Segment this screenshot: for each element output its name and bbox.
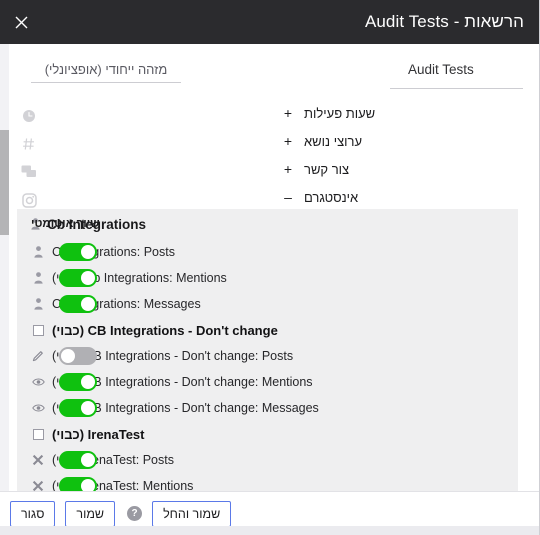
- permission-row: Cb Integrations: Posts: [17, 239, 518, 265]
- person-icon: [31, 272, 45, 284]
- accordion-label: אינסטגרם: [304, 189, 359, 205]
- auto-assign-toggle-cell: [57, 477, 97, 491]
- accordion-expand-toggle-icon[interactable]: +: [278, 105, 298, 121]
- x-icon: [31, 480, 45, 491]
- eye-icon: [31, 403, 45, 413]
- save-button[interactable]: שמור: [65, 500, 116, 527]
- auto-assign-toggle-cell: [57, 373, 97, 391]
- clock-icon: [23, 110, 35, 122]
- tab-audit-tests[interactable]: Audit Tests: [390, 62, 539, 77]
- close-icon: [15, 16, 27, 28]
- group-title-cb-integrations: Cb Integrations: [47, 216, 147, 232]
- auto-assign-toggle-cell: [57, 399, 97, 417]
- group-header-dont-change: (כבוי) CB Integrations - Don't change: [17, 317, 518, 343]
- auto-assign-toggle-cell: [57, 451, 97, 469]
- permission-row: (כבוי) IrenaTest: Mentions: [17, 473, 518, 491]
- eye-icon: [31, 377, 45, 387]
- vertical-scrollbar-thumb[interactable]: [0, 130, 9, 235]
- accordion-expand-toggle-icon[interactable]: +: [278, 133, 298, 149]
- group-title-dont-change: (כבוי) CB Integrations - Don't change: [52, 322, 278, 338]
- permission-row: (כבוי) CB Integrations - Don't change: M…: [17, 369, 518, 395]
- permission-label: (כבוי) CB Integrations - Don't change: M…: [52, 401, 319, 415]
- close-button[interactable]: [0, 0, 42, 44]
- person-icon: [31, 298, 45, 310]
- auto-assign-toggle[interactable]: [59, 269, 97, 287]
- auto-assign-toggle-cell: [57, 295, 97, 313]
- unique-id-input[interactable]: [31, 62, 181, 83]
- dialog-titlebar: הרשאות - Audit Tests: [0, 0, 539, 44]
- settings-accordion: שעות פעילות + ערוצי נושא + צור קשר + אינ…: [260, 99, 539, 211]
- auto-assign-toggle[interactable]: [59, 451, 97, 469]
- accordion-collapse-toggle-icon[interactable]: –: [278, 189, 298, 205]
- close-button-footer[interactable]: סגור: [10, 500, 56, 527]
- permission-label: (כבוי) Cb Integrations: Mentions: [52, 271, 227, 285]
- accordion-label: ערוצי נושא: [304, 133, 363, 149]
- permissions-dialog: הרשאות - Audit Tests Audit Tests מזהה יי…: [0, 0, 540, 535]
- permission-label: (כבוי) IrenaTest: Posts: [52, 453, 174, 467]
- permission-label: (כבוי) CB Integrations - Don't change: M…: [52, 375, 313, 389]
- accordion-item-business-hours[interactable]: שעות פעילות +: [260, 99, 539, 127]
- permission-row: (כבוי) CB Integrations - Don't change: M…: [17, 395, 518, 421]
- auto-assign-toggle[interactable]: [59, 295, 97, 313]
- auto-assign-toggle[interactable]: [59, 399, 97, 417]
- auto-assign-toggle-cell: [57, 347, 97, 365]
- permission-row: Cb Integrations: Messages: [17, 291, 518, 317]
- toggle-knob: [61, 349, 75, 363]
- auto-assign-toggle-cell: [57, 243, 97, 261]
- auto-assign-toggle[interactable]: [59, 347, 97, 365]
- instagram-icon: [21, 192, 37, 208]
- permission-row: (כבוי) IrenaTest: Posts: [17, 447, 518, 473]
- group-header-irenatest: (כבוי) IrenaTest: [17, 421, 518, 447]
- auto-assign-toggle[interactable]: [59, 477, 97, 491]
- auto-assign-label: שיוך אוטומטי: [31, 218, 100, 230]
- dialog-title: הרשאות - Audit Tests: [364, 12, 524, 31]
- person-icon: [31, 246, 45, 258]
- permission-label: Cb Integrations: Messages: [52, 297, 201, 311]
- window-bottom-strip: [0, 526, 539, 535]
- auto-assign-toggle[interactable]: [59, 243, 97, 261]
- permission-label: (כבוי) IrenaTest: Mentions: [52, 479, 194, 491]
- toggle-knob: [81, 401, 95, 415]
- permission-label: Cb Integrations: Posts: [52, 245, 175, 259]
- permission-label: (כבוי) CB Integrations - Don't change: P…: [52, 349, 294, 363]
- vertical-scrollbar[interactable]: [0, 44, 9, 491]
- auto-assign-toggle-cell: [57, 269, 97, 287]
- toggle-knob: [81, 297, 95, 311]
- accordion-label: צור קשר: [304, 161, 350, 177]
- dialog-body: Audit Tests מזהה ייחודי (אופציונלי) שעות…: [0, 44, 539, 491]
- help-icon[interactable]: ?: [127, 506, 143, 521]
- auto-assign-toggle[interactable]: [59, 373, 97, 391]
- x-icon: [31, 454, 45, 466]
- sidebar-icon-column: [9, 102, 49, 214]
- permissions-panel: שיוך אוטומטי Cb Integrations Cb Integrat…: [17, 209, 518, 491]
- accordion-item-instagram[interactable]: אינסטגרם –: [260, 183, 539, 211]
- panel-header: שיוך אוטומטי Cb Integrations: [17, 209, 518, 239]
- sidebar-item-chat[interactable]: [9, 158, 49, 186]
- toggle-knob: [81, 245, 95, 259]
- accordion-label: שעות פעילות: [304, 105, 376, 121]
- toggle-knob: [81, 375, 95, 389]
- accordion-item-contact[interactable]: צור קשר +: [260, 155, 539, 183]
- checkbox-unchecked-icon[interactable]: [31, 428, 45, 440]
- accordion-item-topic-channels[interactable]: ערוצי נושא +: [260, 127, 539, 155]
- tab-underline: [390, 88, 523, 89]
- save-and-apply-button[interactable]: שמור והחל: [152, 500, 232, 527]
- pencil-icon: [31, 350, 45, 362]
- sidebar-item-clock[interactable]: [9, 102, 49, 130]
- group-title-irenatest: (כבוי) IrenaTest: [52, 426, 145, 442]
- toggle-knob: [81, 453, 95, 467]
- toolbar: Audit Tests: [9, 56, 539, 100]
- toggle-knob: [81, 271, 95, 285]
- sidebar-item-hash[interactable]: [9, 130, 49, 158]
- chat-icon: [21, 165, 36, 177]
- toggle-knob: [81, 479, 95, 491]
- checkbox-unchecked-icon[interactable]: [31, 324, 45, 336]
- permission-row: (כבוי) CB Integrations - Don't change: P…: [17, 343, 518, 369]
- permission-row: (כבוי) Cb Integrations: Mentions: [17, 265, 518, 291]
- hash-icon: [23, 138, 34, 150]
- accordion-expand-toggle-icon[interactable]: +: [278, 161, 298, 177]
